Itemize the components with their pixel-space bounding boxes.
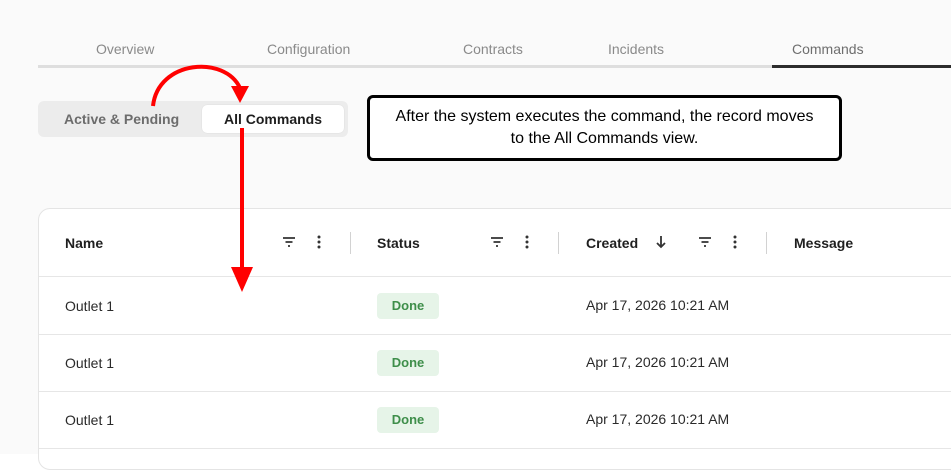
column-menu-icon[interactable] (727, 233, 743, 251)
column-resize-handle[interactable] (558, 232, 559, 254)
annotation-callout: After the system executes the command, t… (367, 95, 842, 161)
annotation-callout-text: After the system executes the command, t… (395, 108, 814, 147)
tab-incidents[interactable]: Incidents (608, 41, 664, 65)
filter-icon[interactable] (697, 233, 713, 251)
all-commands-button[interactable]: All Commands (202, 105, 344, 133)
row-divider (39, 391, 951, 392)
sort-descending-arrow-icon[interactable] (653, 233, 669, 251)
row-3-name: Outlet 1 (65, 412, 115, 428)
status-badge: Done (377, 350, 439, 376)
column-resize-handle[interactable] (350, 232, 351, 254)
column-header-message[interactable]: Message (794, 235, 853, 251)
row-1-created: Apr 17, 2026 10:21 AM (586, 297, 730, 313)
row-divider (39, 334, 951, 335)
column-resize-handle[interactable] (766, 232, 767, 254)
row-divider (39, 448, 951, 449)
page-canvas: Overview Configuration Contracts Inciden… (0, 0, 951, 470)
column-header-created[interactable]: Created (586, 235, 638, 251)
row-3-created: Apr 17, 2026 10:21 AM (586, 411, 730, 427)
row-2-name: Outlet 1 (65, 355, 115, 371)
header-divider (39, 276, 951, 277)
status-badge: Done (377, 293, 439, 319)
column-menu-icon[interactable] (311, 233, 327, 251)
tab-bar: Overview Configuration Contracts Inciden… (38, 36, 951, 68)
row-1-name: Outlet 1 (65, 298, 115, 314)
filter-icon[interactable] (281, 233, 297, 251)
view-segmented-control: Active & Pending All Commands (38, 101, 348, 137)
tab-overview[interactable]: Overview (96, 41, 154, 65)
commands-table: Name Status Created Message Outlet 1 Don… (38, 208, 951, 470)
tab-contracts[interactable]: Contracts (463, 41, 523, 65)
status-badge: Done (377, 407, 439, 433)
tab-commands[interactable]: Commands (792, 41, 864, 65)
row-2-created: Apr 17, 2026 10:21 AM (586, 354, 730, 370)
filter-icon[interactable] (489, 233, 505, 251)
column-menu-icon[interactable] (519, 233, 535, 251)
column-header-status[interactable]: Status (377, 235, 420, 251)
active-pending-button[interactable]: Active & Pending (50, 105, 200, 133)
tab-configuration[interactable]: Configuration (267, 41, 350, 65)
column-header-name[interactable]: Name (65, 235, 103, 251)
